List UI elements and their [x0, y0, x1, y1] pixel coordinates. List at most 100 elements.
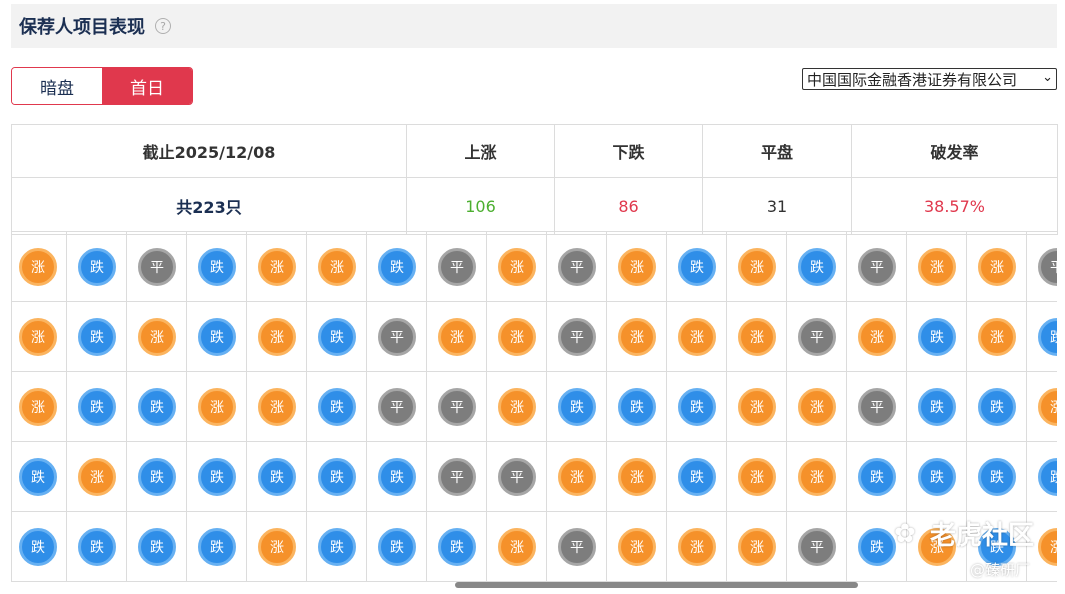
tab-first-day[interactable]: 首日 — [102, 68, 192, 104]
question-circle-icon[interactable]: ? — [155, 18, 171, 34]
flat-badge[interactable]: 平 — [798, 318, 836, 356]
down-badge[interactable]: 跌 — [378, 528, 416, 566]
flat-badge[interactable]: 平 — [1038, 248, 1057, 286]
tab-dark-market[interactable]: 暗盘 — [12, 68, 102, 104]
grid-cell: 跌 — [1027, 442, 1057, 512]
up-badge[interactable]: 涨 — [19, 318, 57, 356]
up-badge[interactable]: 涨 — [258, 528, 296, 566]
down-badge[interactable]: 跌 — [438, 528, 476, 566]
flat-badge[interactable]: 平 — [798, 528, 836, 566]
up-badge[interactable]: 涨 — [19, 388, 57, 426]
up-badge[interactable]: 涨 — [19, 248, 57, 286]
up-badge[interactable]: 涨 — [498, 248, 536, 286]
flat-badge[interactable]: 平 — [558, 248, 596, 286]
down-badge[interactable]: 跌 — [978, 458, 1016, 496]
flat-badge[interactable]: 平 — [558, 318, 596, 356]
down-badge[interactable]: 跌 — [138, 458, 176, 496]
up-badge[interactable]: 涨 — [498, 388, 536, 426]
up-badge[interactable]: 涨 — [678, 318, 716, 356]
down-badge[interactable]: 跌 — [138, 388, 176, 426]
up-badge[interactable]: 涨 — [198, 388, 236, 426]
flat-badge[interactable]: 平 — [438, 248, 476, 286]
down-badge[interactable]: 跌 — [318, 388, 356, 426]
grid-cell: 涨 — [787, 372, 847, 442]
up-badge[interactable]: 涨 — [258, 388, 296, 426]
down-badge[interactable]: 跌 — [19, 528, 57, 566]
flat-badge[interactable]: 平 — [438, 458, 476, 496]
down-badge[interactable]: 跌 — [1038, 458, 1057, 496]
up-badge[interactable]: 涨 — [798, 388, 836, 426]
up-badge[interactable]: 涨 — [618, 458, 656, 496]
up-badge[interactable]: 涨 — [738, 528, 776, 566]
down-badge[interactable]: 跌 — [678, 248, 716, 286]
flat-badge[interactable]: 平 — [438, 388, 476, 426]
flat-badge[interactable]: 平 — [498, 458, 536, 496]
down-badge[interactable]: 跌 — [198, 318, 236, 356]
horizontal-scrollbar[interactable] — [455, 582, 858, 588]
down-badge[interactable]: 跌 — [678, 458, 716, 496]
flat-badge[interactable]: 平 — [858, 388, 896, 426]
down-badge[interactable]: 跌 — [198, 248, 236, 286]
sponsor-select[interactable]: 中国国际金融香港证券有限公司 ⌄ — [802, 68, 1057, 90]
up-badge[interactable]: 涨 — [978, 318, 1016, 356]
up-badge[interactable]: 涨 — [918, 248, 956, 286]
up-badge[interactable]: 涨 — [978, 248, 1016, 286]
up-badge[interactable]: 涨 — [258, 248, 296, 286]
down-badge[interactable]: 跌 — [78, 388, 116, 426]
down-badge[interactable]: 跌 — [378, 458, 416, 496]
up-badge[interactable]: 涨 — [738, 458, 776, 496]
down-badge[interactable]: 跌 — [318, 458, 356, 496]
grid-cell: 涨 — [607, 442, 667, 512]
grid-cell: 涨 — [67, 442, 127, 512]
up-badge[interactable]: 涨 — [258, 318, 296, 356]
down-badge[interactable]: 跌 — [78, 528, 116, 566]
down-badge[interactable]: 跌 — [678, 388, 716, 426]
down-badge[interactable]: 跌 — [318, 318, 356, 356]
grid-cell: 跌 — [847, 442, 907, 512]
up-badge[interactable]: 涨 — [798, 458, 836, 496]
down-badge[interactable]: 跌 — [978, 388, 1016, 426]
down-badge[interactable]: 跌 — [19, 458, 57, 496]
up-badge[interactable]: 涨 — [1038, 388, 1057, 426]
down-badge[interactable]: 跌 — [558, 388, 596, 426]
up-badge[interactable]: 涨 — [618, 528, 656, 566]
up-badge[interactable]: 涨 — [738, 388, 776, 426]
down-badge[interactable]: 跌 — [378, 248, 416, 286]
down-badge[interactable]: 跌 — [1038, 318, 1057, 356]
down-badge[interactable]: 跌 — [618, 388, 656, 426]
up-badge[interactable]: 涨 — [498, 528, 536, 566]
up-badge[interactable]: 涨 — [138, 318, 176, 356]
up-badge[interactable]: 涨 — [678, 528, 716, 566]
flat-badge[interactable]: 平 — [378, 318, 416, 356]
section-header: 保荐人项目表现 ? — [11, 4, 1057, 48]
header-rise: 上涨 — [406, 124, 555, 178]
down-badge[interactable]: 跌 — [918, 318, 956, 356]
down-badge[interactable]: 跌 — [198, 458, 236, 496]
up-badge[interactable]: 涨 — [618, 318, 656, 356]
up-badge[interactable]: 涨 — [618, 248, 656, 286]
down-badge[interactable]: 跌 — [918, 388, 956, 426]
flat-badge[interactable]: 平 — [378, 388, 416, 426]
flat-badge[interactable]: 平 — [558, 528, 596, 566]
down-badge[interactable]: 跌 — [78, 248, 116, 286]
down-badge[interactable]: 跌 — [138, 528, 176, 566]
down-badge[interactable]: 跌 — [258, 458, 296, 496]
up-badge[interactable]: 涨 — [498, 318, 536, 356]
up-badge[interactable]: 涨 — [558, 458, 596, 496]
down-badge[interactable]: 跌 — [858, 528, 896, 566]
up-badge[interactable]: 涨 — [858, 318, 896, 356]
flat-badge[interactable]: 平 — [138, 248, 176, 286]
up-badge[interactable]: 涨 — [738, 248, 776, 286]
down-badge[interactable]: 跌 — [198, 528, 236, 566]
up-badge[interactable]: 涨 — [738, 318, 776, 356]
up-badge[interactable]: 涨 — [318, 248, 356, 286]
down-badge[interactable]: 跌 — [798, 248, 836, 286]
down-badge[interactable]: 跌 — [78, 318, 116, 356]
down-badge[interactable]: 跌 — [858, 458, 896, 496]
grid-cell: 涨 — [247, 232, 307, 302]
up-badge[interactable]: 涨 — [78, 458, 116, 496]
up-badge[interactable]: 涨 — [438, 318, 476, 356]
down-badge[interactable]: 跌 — [318, 528, 356, 566]
flat-badge[interactable]: 平 — [858, 248, 896, 286]
down-badge[interactable]: 跌 — [918, 458, 956, 496]
